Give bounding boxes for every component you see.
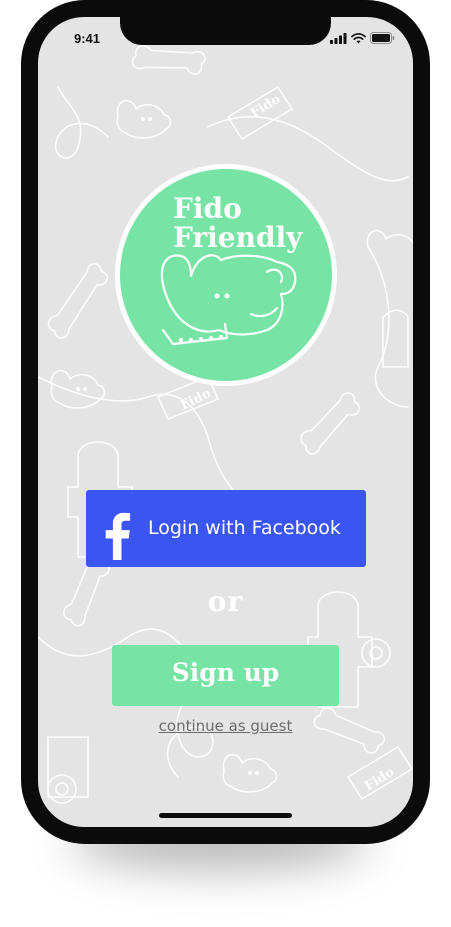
fire-hydrant-icon (47, 736, 89, 804)
or-separator: or (207, 585, 244, 618)
battery-icon (370, 32, 395, 44)
app-screen: Fido Fido Fido 9:41 Fido Friendly Login … (38, 17, 413, 827)
login-with-facebook-label: Login with Facebook (148, 517, 341, 539)
sign-up-label: Sign up (171, 658, 280, 687)
bowl-label: Fido (362, 765, 397, 795)
bone-icon (47, 262, 108, 339)
dog-head-icon (116, 99, 172, 139)
dog-head-icon (366, 229, 413, 248)
notch (120, 17, 331, 45)
bone-icon (300, 392, 361, 455)
dog-head-icon (50, 369, 106, 409)
fido-friendly-logo: Fido Friendly (115, 164, 337, 386)
stage: Fido Fido Fido 9:41 Fido Friendly Login … (0, 0, 451, 927)
login-with-facebook-button[interactable]: Login with Facebook (86, 490, 366, 567)
sign-up-button[interactable]: Sign up (112, 645, 339, 706)
wifi-icon (351, 32, 366, 43)
home-indicator (159, 813, 292, 818)
dog-head-icon (222, 753, 278, 793)
logo-title-line2: Friendly (173, 221, 303, 254)
signal-icon (330, 32, 347, 44)
phone-frame: Fido Fido Fido 9:41 Fido Friendly Login … (21, 0, 430, 844)
facebook-f-icon (105, 512, 131, 560)
status-icons (330, 32, 395, 44)
continue-as-guest-link[interactable]: continue as guest (38, 717, 413, 735)
status-time: 9:41 (74, 31, 101, 46)
bowl-label: Fido (178, 386, 214, 414)
